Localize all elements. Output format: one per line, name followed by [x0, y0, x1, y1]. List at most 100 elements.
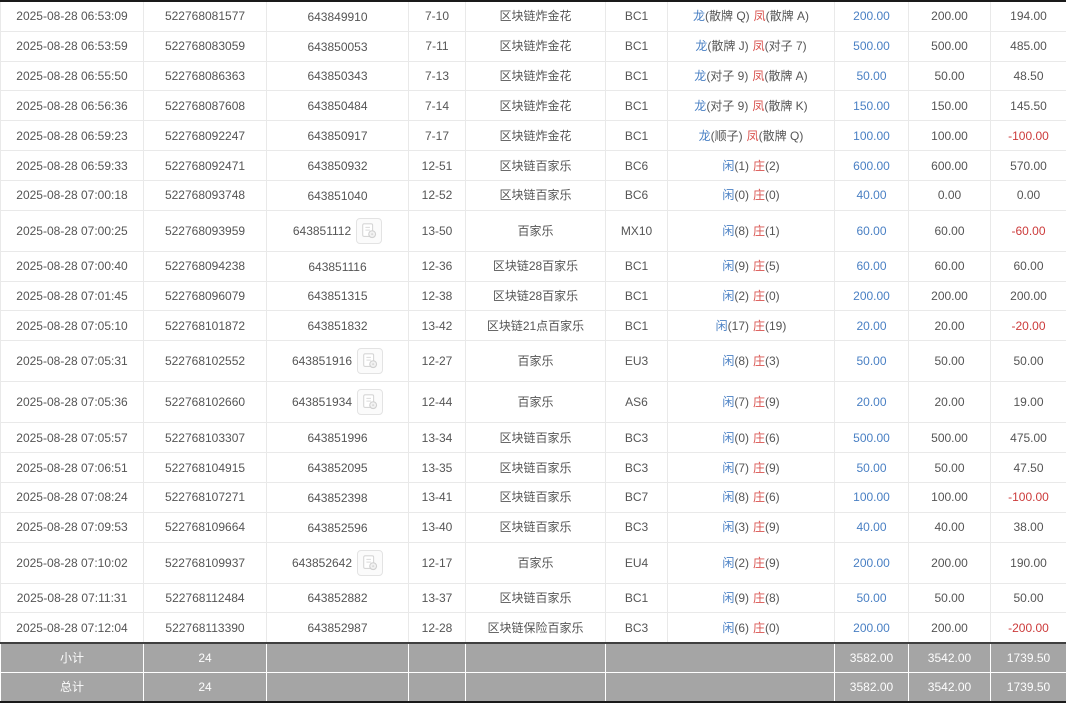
result-cell: 龙(对子 9)凤(散牌 A) — [668, 61, 835, 91]
result-red-label: 庄 — [753, 621, 765, 635]
round-id-text: 643850484 — [307, 99, 367, 113]
bet-id-cell: 522768092471 — [144, 151, 267, 181]
session-cell: 7-13 — [409, 61, 466, 91]
result-red-value: (对子 7) — [765, 39, 807, 53]
result-blue-label: 闲 — [716, 319, 728, 333]
result-blue-label: 闲 — [722, 259, 734, 273]
result-blue-value: (散牌 Q) — [705, 9, 750, 23]
result-blue-label: 闲 — [722, 520, 734, 534]
replay-result-icon[interactable] — [357, 348, 383, 374]
result-cell: 闲(8)庄(1) — [668, 210, 835, 251]
result-blue-value: (2) — [734, 556, 749, 570]
result-cell: 闲(3)庄(9) — [668, 512, 835, 542]
bet-time-cell: 2025-08-28 06:59:33 — [1, 151, 144, 181]
win-loss-cell: 48.50 — [991, 61, 1066, 91]
result-blue-label: 闲 — [722, 591, 734, 605]
table-row: 2025-08-28 06:53:59 522768083059 6438500… — [1, 31, 1066, 61]
table-code-cell: BC6 — [606, 151, 668, 181]
valid-amount-cell: 50.00 — [909, 61, 991, 91]
result-red-value: (3) — [765, 354, 780, 368]
result-red-value: (5) — [765, 259, 780, 273]
summary-valid-total: 3542.00 — [909, 643, 991, 673]
session-cell: 13-41 — [409, 482, 466, 512]
game-name-cell: 百家乐 — [466, 210, 606, 251]
game-name-cell: 区块链28百家乐 — [466, 251, 606, 281]
result-red-label: 庄 — [753, 461, 765, 475]
result-blue-value: (8) — [734, 354, 749, 368]
round-id-cell: 643850053 — [267, 31, 409, 61]
valid-amount-cell: 0.00 — [909, 180, 991, 210]
round-id-text: 643849910 — [307, 10, 367, 24]
bet-amount-cell: 40.00 — [835, 512, 909, 542]
bet-time-cell: 2025-08-28 07:12:04 — [1, 613, 144, 643]
result-cell: 闲(1)庄(2) — [668, 151, 835, 181]
game-name-cell: 百家乐 — [466, 382, 606, 423]
bet-amount-cell: 200.00 — [835, 281, 909, 311]
round-id-cell: 643851040 — [267, 180, 409, 210]
summary-row: 小计 24 3582.00 3542.00 1739.50 — [1, 643, 1066, 673]
bet-id-cell: 522768086363 — [144, 61, 267, 91]
table-code-cell: BC1 — [606, 121, 668, 151]
win-loss-cell: 190.00 — [991, 542, 1066, 583]
result-cell: 闲(2)庄(0) — [668, 281, 835, 311]
game-name-cell: 区块链百家乐 — [466, 583, 606, 613]
bet-id-cell: 522768102660 — [144, 382, 267, 423]
bet-id-cell: 522768096079 — [144, 281, 267, 311]
round-id-text: 643850053 — [307, 40, 367, 54]
result-red-value: (9) — [765, 520, 780, 534]
result-red-label: 庄 — [753, 319, 765, 333]
bet-id-cell: 522768104915 — [144, 453, 267, 483]
bet-amount-cell: 50.00 — [835, 583, 909, 613]
replay-result-icon[interactable] — [356, 218, 382, 244]
session-cell: 12-51 — [409, 151, 466, 181]
session-cell: 13-50 — [409, 210, 466, 251]
round-id-cell: 643851934 — [267, 382, 409, 423]
result-red-value: (0) — [765, 289, 780, 303]
table-row: 2025-08-28 06:59:33 522768092471 6438509… — [1, 151, 1066, 181]
summary-empty-cell — [466, 643, 606, 673]
win-loss-cell: 485.00 — [991, 31, 1066, 61]
result-blue-label: 龙 — [693, 9, 705, 23]
session-cell: 7-11 — [409, 31, 466, 61]
result-blue-label: 闲 — [722, 159, 734, 173]
round-id-text: 643851916 — [292, 354, 352, 368]
bet-time-cell: 2025-08-28 07:05:31 — [1, 341, 144, 382]
bet-amount-cell: 50.00 — [835, 61, 909, 91]
valid-amount-cell: 20.00 — [909, 382, 991, 423]
game-name-cell: 区块链炸金花 — [466, 1, 606, 31]
result-cell: 闲(17)庄(19) — [668, 311, 835, 341]
result-blue-label: 闲 — [722, 395, 734, 409]
table-row: 2025-08-28 07:00:25 522768093959 6438511… — [1, 210, 1066, 251]
table-row: 2025-08-28 07:11:31 522768112484 6438528… — [1, 583, 1066, 613]
bet-amount-cell: 200.00 — [835, 542, 909, 583]
table-row: 2025-08-28 07:12:04 522768113390 6438529… — [1, 613, 1066, 643]
valid-amount-cell: 100.00 — [909, 121, 991, 151]
result-red-value: (2) — [765, 159, 780, 173]
result-blue-value: (散牌 J) — [707, 39, 748, 53]
result-red-value: (散牌 K) — [764, 99, 807, 113]
bet-amount-cell: 60.00 — [835, 210, 909, 251]
bet-id-cell: 522768109937 — [144, 542, 267, 583]
result-cell: 龙(顺子)凤(散牌 Q) — [668, 121, 835, 151]
round-id-text: 643852642 — [292, 556, 352, 570]
session-cell: 12-36 — [409, 251, 466, 281]
result-blue-label: 闲 — [722, 621, 734, 635]
round-id-text: 643851040 — [307, 189, 367, 203]
game-name-cell: 区块链百家乐 — [466, 151, 606, 181]
summary-empty-cell — [409, 673, 466, 703]
bet-amount-cell: 40.00 — [835, 180, 909, 210]
replay-result-icon[interactable] — [357, 550, 383, 576]
win-loss-cell: 60.00 — [991, 251, 1066, 281]
table-code-cell: BC3 — [606, 512, 668, 542]
valid-amount-cell: 150.00 — [909, 91, 991, 121]
bet-time-cell: 2025-08-28 07:01:45 — [1, 281, 144, 311]
result-cell: 闲(9)庄(5) — [668, 251, 835, 281]
game-name-cell: 区块链28百家乐 — [466, 281, 606, 311]
bet-id-cell: 522768092247 — [144, 121, 267, 151]
summary-empty-cell — [267, 673, 409, 703]
bet-time-cell: 2025-08-28 07:00:18 — [1, 180, 144, 210]
session-cell: 13-34 — [409, 423, 466, 453]
game-name-cell: 百家乐 — [466, 341, 606, 382]
replay-result-icon[interactable] — [357, 389, 383, 415]
valid-amount-cell: 50.00 — [909, 583, 991, 613]
